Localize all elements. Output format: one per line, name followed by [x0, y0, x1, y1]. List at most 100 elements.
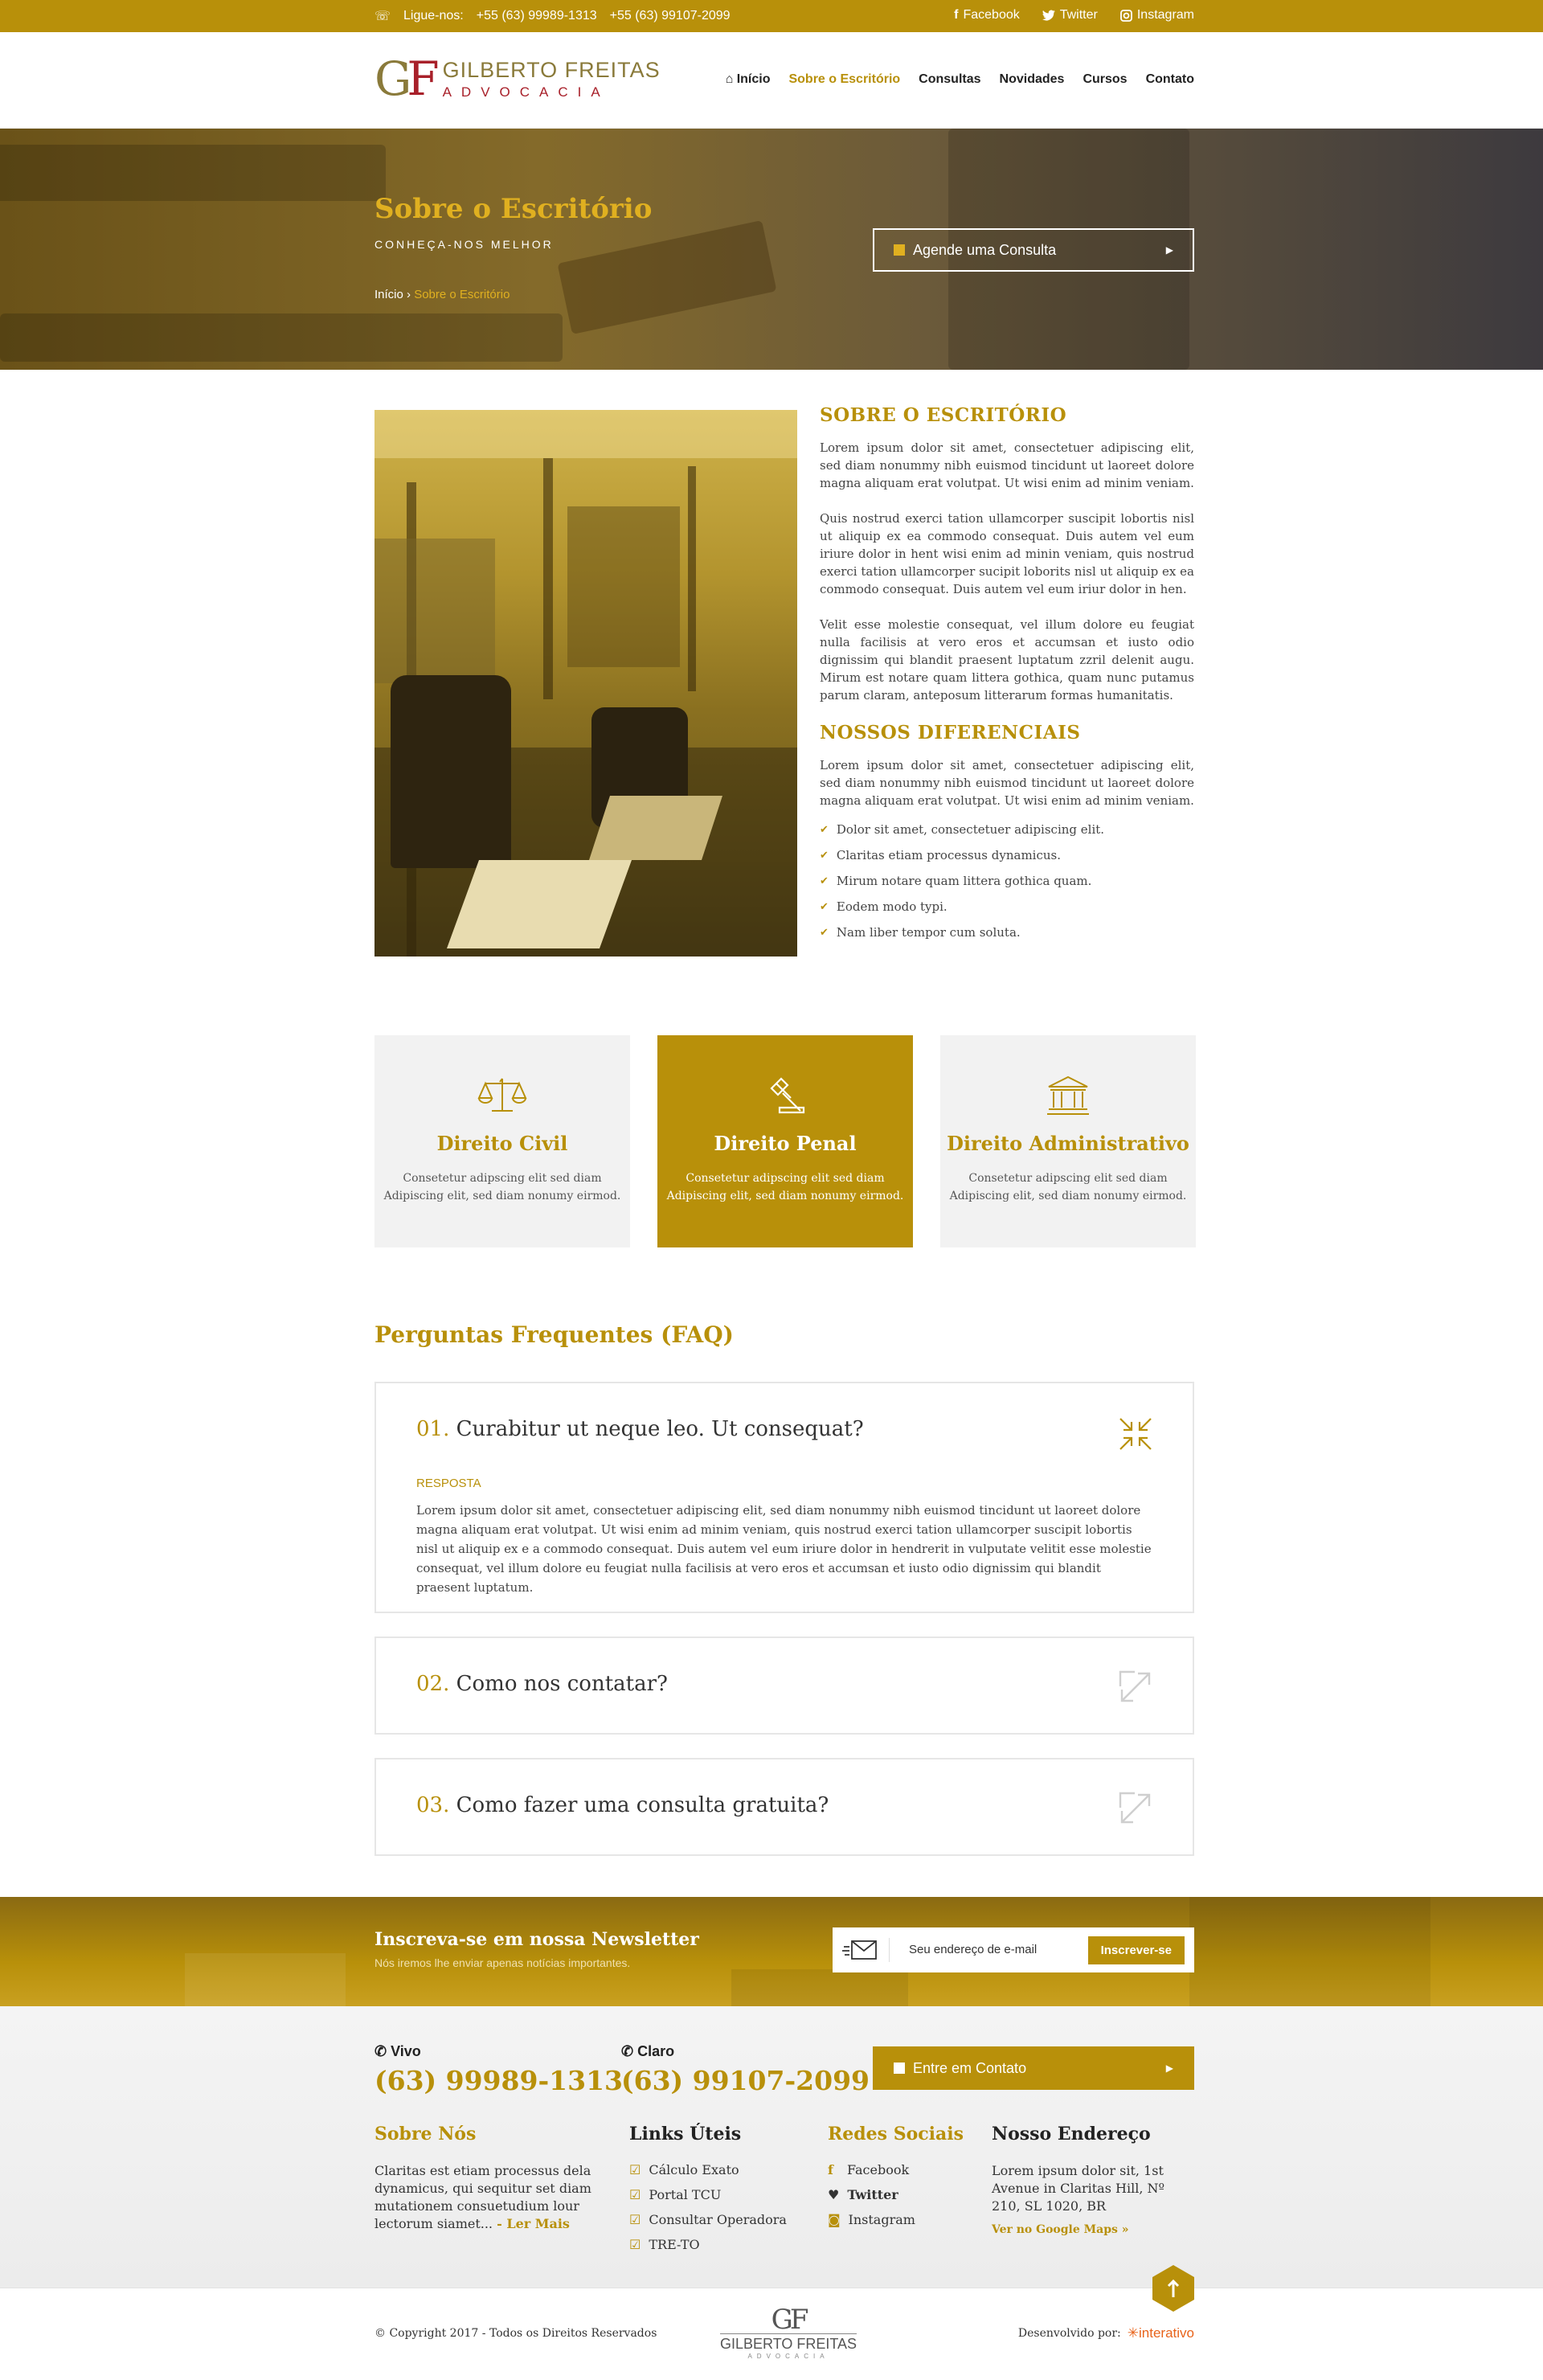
back-to-top-button[interactable]	[1152, 2265, 1194, 2312]
nav-contato[interactable]: Contato	[1146, 72, 1194, 87]
address-text: Lorem ipsum dolor sit, 1st Avenue in Cla…	[992, 2163, 1165, 2214]
faq-title: Perguntas Frequentes (FAQ)	[374, 1321, 734, 1348]
phone-icon: ✆	[374, 2043, 387, 2059]
area-card-civil[interactable]: Direito Civil Consetetur adipscing elit …	[374, 1035, 630, 1247]
logo-tagline: ADVOCACIA	[442, 84, 610, 100]
footer-facebook-link[interactable]: f Facebook	[828, 2162, 972, 2177]
gavel-icon	[770, 1077, 805, 1114]
facebook-icon: f	[954, 8, 959, 22]
office-photo	[374, 410, 797, 957]
developer-logo[interactable]: ✳interativo	[1128, 2325, 1194, 2341]
nav-inicio[interactable]: ⌂ Início	[726, 72, 771, 87]
footer-social: Redes Sociais f Facebook ♥ Twitter ◙ Instag…	[828, 2124, 972, 2237]
phone-vivo-number[interactable]: (63) 99989-1313	[374, 2065, 623, 2096]
topbar-facebook-link[interactable]: f Facebook	[954, 8, 1020, 23]
main-nav: ⌂ Início Sobre o Escritório Consultas No…	[726, 72, 1194, 87]
checkbox-icon: ☑	[629, 2237, 641, 2252]
phone-1[interactable]: +55 (63) 99989-1313	[477, 9, 597, 23]
newsletter-subtitle: Nós iremos lhe enviar apenas notícias im…	[374, 1956, 631, 1969]
faq-item-2[interactable]: 02. Como nos contatar?	[374, 1637, 1194, 1735]
check-icon: ✔	[820, 823, 829, 836]
footer-about: Sobre Nós Claritas est etiam processus d…	[374, 2124, 591, 2233]
footer-logo-monogram: GF	[771, 2304, 809, 2336]
footer-link[interactable]: ☑ TRE-TO	[629, 2237, 806, 2252]
differentials-title: NOSSOS DIFERENCIAIS	[820, 722, 1081, 743]
nav-consultas[interactable]: Consultas	[919, 72, 980, 87]
expand-icon[interactable]	[1117, 1669, 1154, 1706]
footer-twitter-link[interactable]: ♥ Twitter	[828, 2187, 972, 2202]
header: GF GILBERTO FREITAS ADVOCACIA ⌂ Início S…	[0, 32, 1543, 129]
phone-claro: ✆ Claro (63) 99107-2099	[621, 2043, 870, 2096]
list-item: ✔ Claritas etiam processus dynamicus.	[820, 848, 1061, 862]
list-item: ✔ Nam liber tempor cum soluta.	[820, 925, 1021, 940]
collapse-icon[interactable]	[1117, 1415, 1154, 1452]
nav-novidades[interactable]: Novidades	[1000, 72, 1065, 87]
topbar-instagram-link[interactable]: Instagram	[1119, 8, 1194, 23]
about-paragraph: Lorem ipsum dolor sit amet, consectetuer…	[820, 440, 1194, 490]
twitter-icon	[1042, 10, 1055, 21]
nav-cursos[interactable]: Cursos	[1083, 72, 1127, 87]
breadcrumb: Início › Sobre o Escritório	[374, 288, 510, 301]
footer-link[interactable]: ☑ Consultar Operadora	[629, 2212, 806, 2227]
topbar-twitter-link[interactable]: Twitter	[1042, 8, 1098, 23]
phone-2[interactable]: +55 (63) 99107-2099	[610, 9, 731, 23]
google-maps-link[interactable]: Ver no Google Maps »	[992, 2223, 1194, 2236]
phone-icon: ☏	[374, 10, 391, 23]
faq-item-1[interactable]: 01. Curabitur ut neque leo. Ut consequat…	[374, 1382, 1194, 1613]
footer-instagram-link[interactable]: ◙ Instagram	[828, 2212, 972, 2227]
footer-address: Nosso Endereço Lorem ipsum dolor sit, 1s…	[992, 2124, 1194, 2236]
faq-question[interactable]: 01. Curabitur ut neque leo. Ut consequat…	[416, 1417, 864, 1441]
area-title: Direito Penal	[714, 1132, 857, 1155]
answer-label: RESPOSTA	[416, 1477, 481, 1490]
list-item: ✔ Mirum notare quam littera gothica quam.	[820, 874, 1092, 888]
check-icon: ✔	[820, 926, 829, 939]
envelope-icon	[842, 1940, 877, 1960]
page-hero: Sobre o Escritório CONHEÇA-NOS MELHOR In…	[0, 129, 1543, 370]
footer-logo-name: GILBERTO FREITAS	[720, 2333, 857, 2353]
footer-link[interactable]: ☑ Portal TCU	[629, 2187, 806, 2202]
star-icon: ✳	[1127, 2325, 1140, 2341]
subscribe-button[interactable]: Inscrever-se	[1087, 1936, 1185, 1964]
area-title: Direito Administrativo	[947, 1132, 1189, 1155]
facebook-icon: f	[828, 2162, 833, 2177]
footer-about-title: Sobre Nós	[374, 2124, 477, 2144]
instagram-icon	[1119, 9, 1132, 22]
footer-link[interactable]: ☑ Cálculo Exato	[629, 2162, 806, 2177]
footer-logo[interactable]: GF GILBERTO FREITAS ADVOCACIA	[720, 2306, 857, 2360]
faq-question[interactable]: 02. Como nos contatar?	[416, 1672, 668, 1696]
about-paragraph: Velit esse molestie consequat, vel illum…	[820, 617, 1194, 703]
twitter-icon: ♥	[828, 2187, 840, 2202]
phone-claro-number[interactable]: (63) 99107-2099	[621, 2065, 870, 2096]
newsletter-email-input[interactable]: Seu endereço de e-mail	[889, 1938, 1088, 1962]
caret-right-icon: ▶	[1165, 2063, 1173, 2074]
check-icon: ✔	[820, 875, 829, 887]
courthouse-icon	[1047, 1075, 1089, 1115]
schedule-consultation-button[interactable]: Agende uma Consulta ▶	[873, 228, 1194, 272]
differentials-text: Lorem ipsum dolor sit amet, consectetuer…	[820, 758, 1194, 808]
expand-icon[interactable]	[1117, 1790, 1154, 1827]
checkbox-icon: ☑	[629, 2212, 641, 2227]
faq-item-3[interactable]: 03. Como fazer uma consulta gratuita?	[374, 1758, 1194, 1856]
area-description: Consetetur adipscing elit sed diam Adipis…	[666, 1172, 904, 1202]
phone-vivo: ✆ Vivo (63) 99989-1313	[374, 2043, 623, 2096]
read-more-link[interactable]: - Ler Mais	[497, 2216, 570, 2231]
copyright: © Copyright 2017 - Todos os Direitos Res…	[374, 2327, 657, 2340]
area-title: Direito Civil	[436, 1132, 568, 1155]
list-item: ✔ Dolor sit amet, consectetuer adipiscing…	[820, 822, 1105, 837]
about-paragraph: Quis nostrud exerci tation ullamcorper s…	[820, 511, 1194, 596]
edit-icon	[894, 2063, 905, 2074]
caret-right-icon: ▶	[1165, 244, 1173, 256]
edit-icon	[894, 244, 905, 256]
logo[interactable]: GF GILBERTO FREITAS ADVOCACIA	[374, 55, 661, 103]
check-icon: ✔	[820, 900, 829, 913]
page-title: Sobre o Escritório	[374, 193, 653, 225]
hero-gavel-shape	[557, 219, 777, 335]
area-card-administrativo[interactable]: Direito Administrativo Consetetur adipsc…	[940, 1035, 1196, 1247]
faq-question[interactable]: 03. Como fazer uma consulta gratuita?	[416, 1793, 829, 1817]
contact-button[interactable]: Entre em Contato ▶	[873, 2046, 1194, 2090]
breadcrumb-home[interactable]: Início	[374, 288, 403, 301]
page-subtitle: CONHEÇA-NOS MELHOR	[374, 238, 554, 251]
list-item: ✔ Eodem modo typi.	[820, 899, 947, 914]
area-card-penal[interactable]: Direito Penal Consetetur adipscing elit …	[657, 1035, 913, 1247]
nav-sobre[interactable]: Sobre o Escritório	[788, 72, 900, 87]
